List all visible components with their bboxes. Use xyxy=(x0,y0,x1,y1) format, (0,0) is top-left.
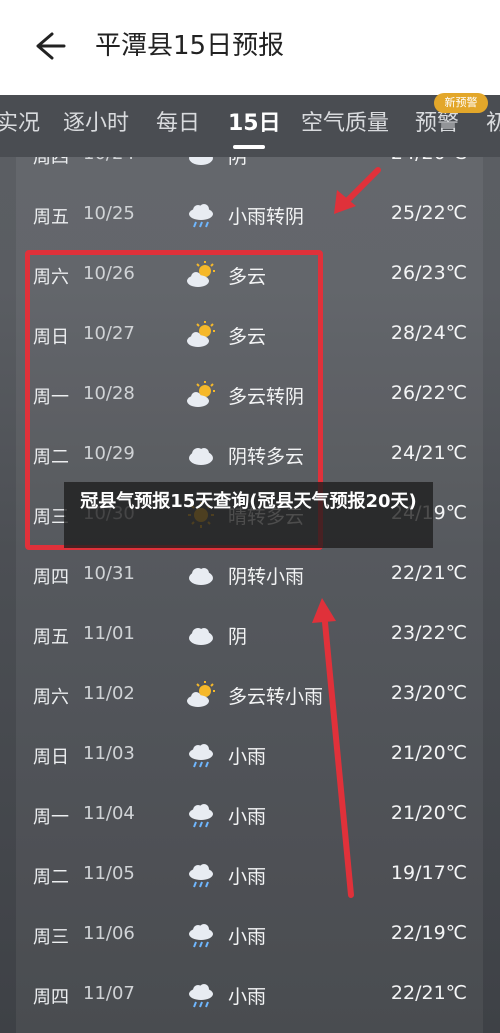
arrow-top-icon xyxy=(334,167,381,214)
arrow-bottom-icon xyxy=(312,598,354,898)
caption-overlay: 冠县气预报15天查询(冠县天气预报20天) xyxy=(64,482,433,548)
caption-text: 冠县气预报15天查询(冠县天气预报20天) xyxy=(80,491,417,512)
